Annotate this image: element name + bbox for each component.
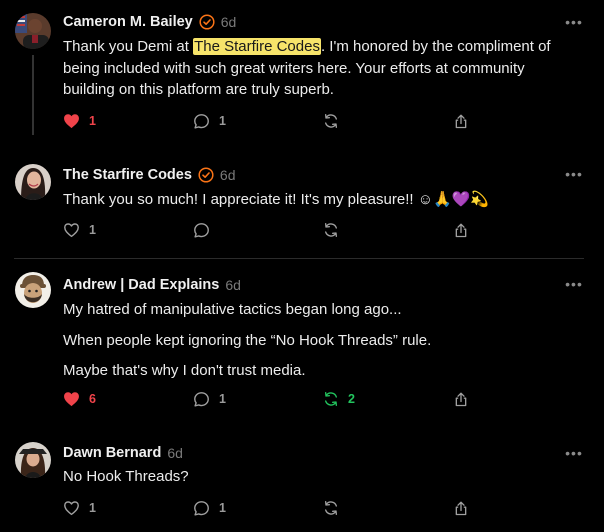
repost-icon <box>325 114 337 128</box>
comment-item: The Starfire Codes 6d ••• Thank you so m… <box>0 150 604 258</box>
heart-outline-icon <box>64 501 79 516</box>
timestamp[interactable]: 6d <box>167 445 183 461</box>
reply-count: 1 <box>219 392 226 406</box>
ellipsis-icon[interactable]: ••• <box>564 276 584 292</box>
comment-header: The Starfire Codes 6d <box>63 165 236 185</box>
like-button[interactable]: 1 <box>63 220 96 240</box>
reply-count: 1 <box>219 501 226 515</box>
comment-text: No Hook Threads? <box>63 466 573 488</box>
comment-paragraph: My hatred of manipulative tactics began … <box>63 301 402 318</box>
ellipsis-icon[interactable]: ••• <box>564 14 584 30</box>
repost-button[interactable]: 2 <box>323 389 355 409</box>
reply-button[interactable]: 1 <box>193 498 226 518</box>
reply-button[interactable]: 1 <box>193 111 226 131</box>
action-bar: 6 1 2 <box>63 389 483 409</box>
repost-active-icon <box>325 392 337 406</box>
avatar[interactable] <box>15 272 51 308</box>
like-button[interactable]: 6 <box>63 389 96 409</box>
action-bar: 1 <box>63 220 483 240</box>
heart-outline-icon <box>64 223 79 238</box>
share-button[interactable] <box>453 111 469 131</box>
repost-button[interactable] <box>323 111 339 131</box>
share-icon <box>455 392 467 406</box>
verified-badge-icon <box>199 14 215 30</box>
comment-text: Thank you so much! I appreciate it! It's… <box>63 189 573 211</box>
avatar[interactable] <box>15 442 51 478</box>
like-count: 1 <box>89 223 96 237</box>
comment-body: Thank you so much! I appreciate it! It's… <box>63 191 490 208</box>
author-name[interactable]: Dawn Bernard <box>63 445 161 461</box>
share-icon <box>455 501 467 515</box>
comment-text: Thank you Demi at The Starfire Codes. I'… <box>63 36 573 101</box>
action-bar: 1 1 <box>63 111 483 131</box>
heart-filled-icon <box>64 114 79 129</box>
share-icon <box>455 223 467 237</box>
reply-button[interactable]: 1 <box>193 389 226 409</box>
reply-count: 1 <box>219 114 226 128</box>
comment-item: Cameron M. Bailey 6d ••• Thank you Demi … <box>0 0 604 150</box>
comment-paragraph: When people kept ignoring the “No Hook T… <box>63 331 432 349</box>
ellipsis-icon[interactable]: ••• <box>564 445 584 461</box>
comment-feed: Cameron M. Bailey 6d ••• Thank you Demi … <box>0 0 604 532</box>
repost-button[interactable] <box>323 498 339 518</box>
mention-link[interactable]: The Starfire Codes <box>193 38 321 55</box>
action-bar: 1 1 <box>63 498 483 518</box>
repost-icon <box>325 223 337 237</box>
like-count: 6 <box>89 392 96 406</box>
avatar[interactable] <box>15 13 51 49</box>
author-name[interactable]: Andrew | Dad Explains <box>63 277 219 293</box>
like-count: 1 <box>89 114 96 128</box>
comment-bubble-icon <box>194 113 209 129</box>
heart-filled-icon <box>64 392 79 407</box>
timestamp[interactable]: 6d <box>220 167 236 183</box>
comment-bubble-icon <box>194 222 209 238</box>
verified-badge-icon <box>198 167 214 183</box>
ellipsis-icon[interactable]: ••• <box>564 166 584 182</box>
comment-bubble-icon <box>194 500 209 516</box>
share-button[interactable] <box>453 220 469 240</box>
comment-header: Andrew | Dad Explains 6d <box>63 275 241 295</box>
comment-item: Andrew | Dad Explains 6d ••• My hatred o… <box>0 259 604 429</box>
timestamp[interactable]: 6d <box>221 14 237 30</box>
comment-bubble-icon <box>194 391 209 407</box>
like-count: 1 <box>89 501 96 515</box>
comment-item: Dawn Bernard 6d ••• No Hook Threads? 1 1 <box>0 429 604 532</box>
share-button[interactable] <box>453 498 469 518</box>
timestamp[interactable]: 6d <box>225 277 241 293</box>
thread-line <box>32 55 34 135</box>
share-icon <box>455 114 467 128</box>
comment-body: No Hook Threads? <box>63 468 189 485</box>
repost-button[interactable] <box>323 220 339 240</box>
like-button[interactable]: 1 <box>63 111 96 131</box>
comment-text: My hatred of manipulative tactics began … <box>63 299 573 382</box>
like-button[interactable]: 1 <box>63 498 96 518</box>
comment-header: Cameron M. Bailey 6d <box>63 12 236 32</box>
reply-button[interactable] <box>193 220 210 240</box>
author-name[interactable]: The Starfire Codes <box>63 167 192 183</box>
avatar[interactable] <box>15 164 51 200</box>
comment-header: Dawn Bernard 6d <box>63 443 183 463</box>
share-button[interactable] <box>453 389 469 409</box>
repost-count: 2 <box>348 392 355 406</box>
comment-text-start: Thank you Demi at <box>63 38 194 55</box>
repost-icon <box>325 501 337 515</box>
comment-paragraph: Maybe that's why I don't trust media. <box>63 362 306 379</box>
author-name[interactable]: Cameron M. Bailey <box>63 14 193 30</box>
